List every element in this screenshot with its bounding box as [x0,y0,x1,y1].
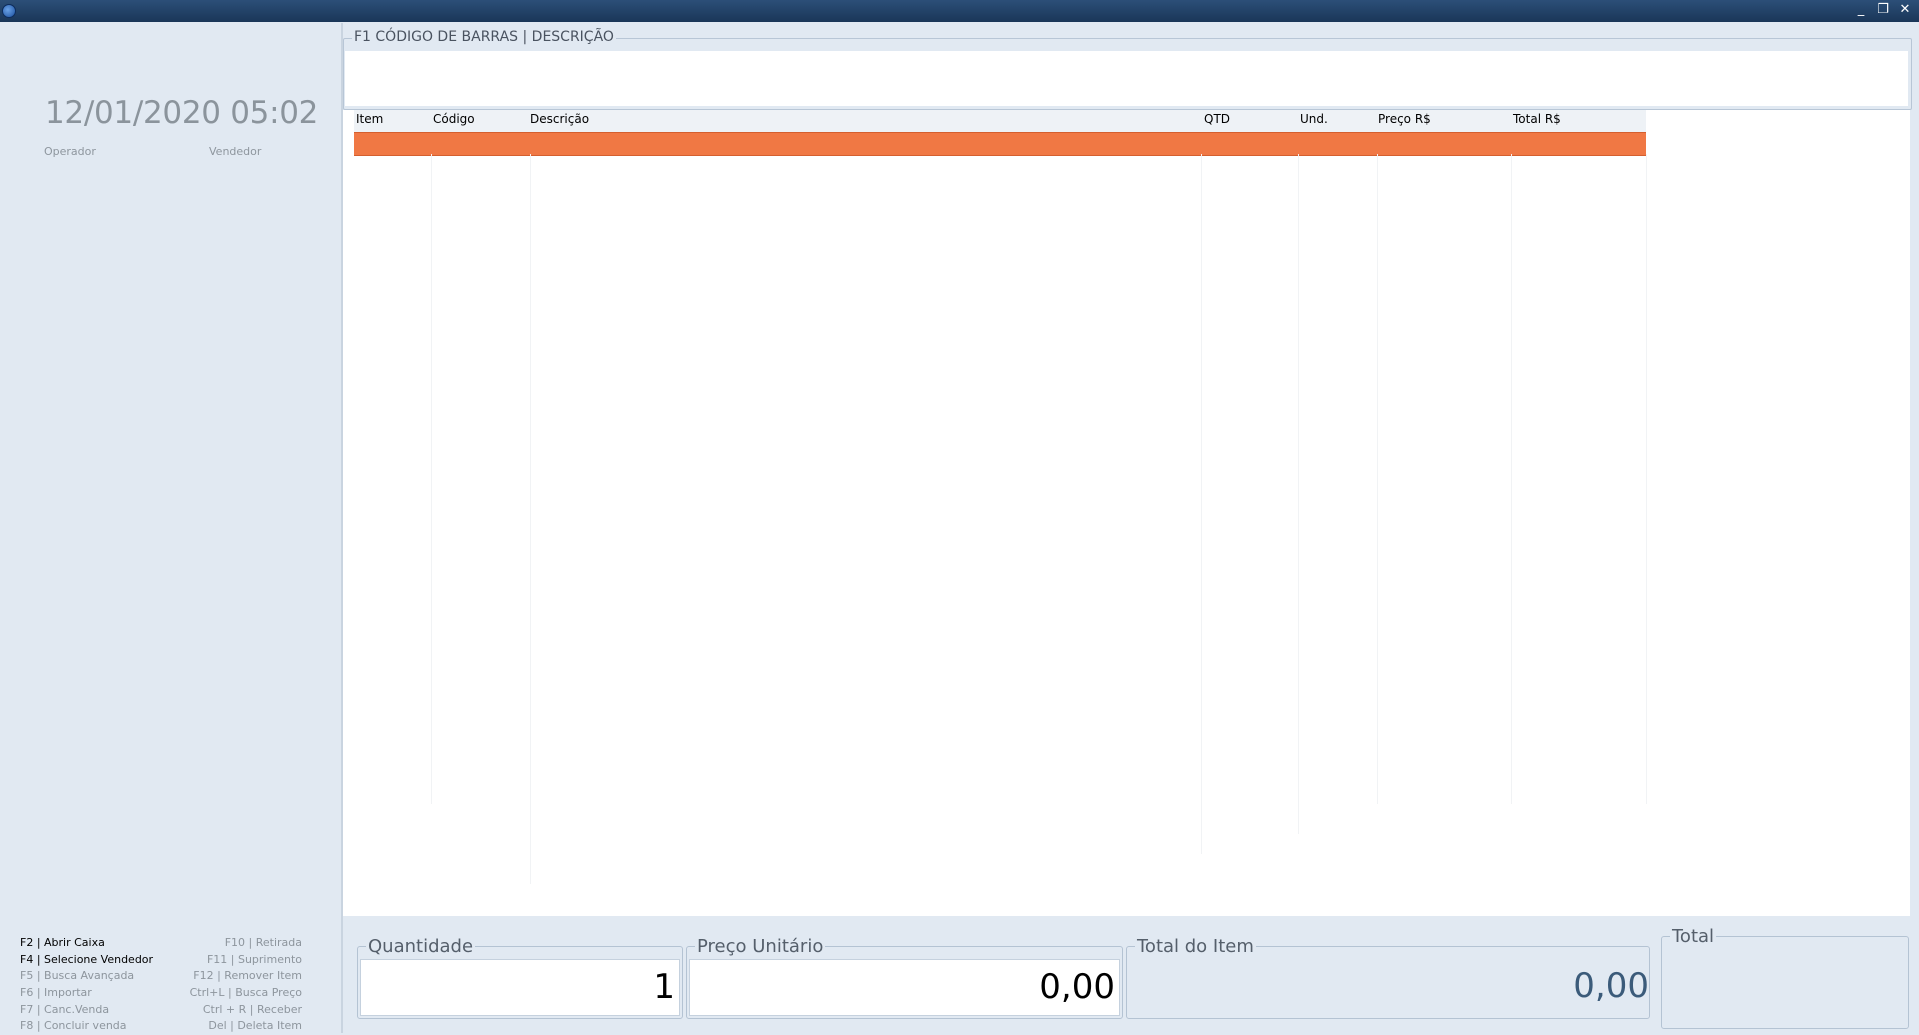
col-header-und[interactable]: Und. [1300,112,1328,126]
item-total-group: Total do Item 0,00 [1126,936,1650,1019]
quantity-label: Quantidade [366,936,476,957]
barcode-search-input[interactable] [345,51,1908,106]
shortcut-retirada[interactable]: F10 | Retirada [225,935,302,952]
shortcut-row: F8 | Concluir venda Del | Deleta Item [17,1018,307,1035]
minimize-button[interactable]: _ [1853,1,1869,19]
column-divider [530,154,531,884]
shortcut-remover-item[interactable]: F12 | Remover Item [193,968,302,985]
shortcut-concluir-venda[interactable]: F8 | Concluir venda [20,1018,127,1035]
column-divider [1377,154,1378,804]
item-total-value: 0,00 [1573,966,1649,1006]
unit-price-label: Preço Unitário [695,936,826,957]
shortcut-row: F4 | Selecione Vendedor F11 | Suprimento [17,952,307,969]
operator-label: Operador [44,145,96,158]
unit-price-group: Preço Unitário 0,00 [686,936,1123,1019]
column-divider [1646,154,1647,804]
col-header-item[interactable]: Item [356,112,383,126]
shortcut-importar[interactable]: F6 | Importar [20,985,92,1002]
shortcut-row: F7 | Canc.Venda Ctrl + R | Receber [17,1002,307,1019]
quantity-group: Quantidade 1 [357,936,683,1019]
shortcut-receber[interactable]: Ctrl + R | Receber [203,1002,302,1019]
column-divider [1201,154,1202,854]
col-header-total[interactable]: Total R$ [1513,112,1561,126]
left-panel: 12/01/2020 05:02 Operador Vendedor F2 | … [3,23,343,1033]
shortcut-busca-preco[interactable]: Ctrl+L | Busca Preço [190,985,302,1002]
selected-grid-row[interactable] [354,132,1646,156]
barcode-search-group: F1 CÓDIGO DE BARRAS | DESCRIÇÃO [343,29,1912,110]
app-icon [2,4,16,18]
restore-button[interactable]: ❐ [1875,1,1891,19]
total-value [1664,949,1908,1026]
col-header-qtd[interactable]: QTD [1204,112,1230,126]
unit-price-field[interactable]: 0,00 [689,959,1120,1016]
item-total-label: Total do Item [1135,936,1256,957]
close-button[interactable]: ✕ [1897,1,1913,19]
shortcut-row: F5 | Busca Avançada F12 | Remover Item [17,968,307,985]
column-divider [431,154,432,804]
column-divider [1298,154,1299,834]
totals-panel: Quantidade 1 Preço Unitário 0,00 Total d… [343,916,1910,1033]
datetime-display: 12/01/2020 05:02 [45,95,319,131]
shortcut-canc-venda[interactable]: F7 | Canc.Venda [20,1002,109,1019]
shortcut-deleta-item[interactable]: Del | Deleta Item [208,1018,302,1035]
shortcut-suprimento[interactable]: F11 | Suprimento [207,952,302,969]
total-label: Total [1670,926,1717,947]
col-header-descricao[interactable]: Descrição [530,112,589,126]
shortcut-abrir-caixa[interactable]: F2 | Abrir Caixa [20,935,105,952]
shortcut-row: F2 | Abrir Caixa F10 | Retirada [17,935,307,952]
seller-label: Vendedor [209,145,262,158]
column-divider [1511,154,1512,804]
shortcut-selecione-vendedor[interactable]: F4 | Selecione Vendedor [20,952,153,969]
col-header-preco[interactable]: Preço R$ [1378,112,1431,126]
items-grid[interactable]: Item Código Descrição QTD Und. Preço R$ … [343,110,1910,916]
quantity-field[interactable]: 1 [360,959,680,1016]
window-titlebar: _ ❐ ✕ [0,0,1919,22]
grid-header: Item Código Descrição QTD Und. Preço R$ … [354,110,1646,132]
shortcut-busca-avancada[interactable]: F5 | Busca Avançada [20,968,134,985]
col-header-codigo[interactable]: Código [433,112,475,126]
window-controls: _ ❐ ✕ [1853,1,1913,19]
barcode-search-legend: F1 CÓDIGO DE BARRAS | DESCRIÇÃO [352,29,616,45]
shortcut-list: F2 | Abrir Caixa F10 | Retirada F4 | Sel… [17,935,307,1035]
total-group: Total [1661,926,1909,1029]
shortcut-row: F6 | Importar Ctrl+L | Busca Preço [17,985,307,1002]
